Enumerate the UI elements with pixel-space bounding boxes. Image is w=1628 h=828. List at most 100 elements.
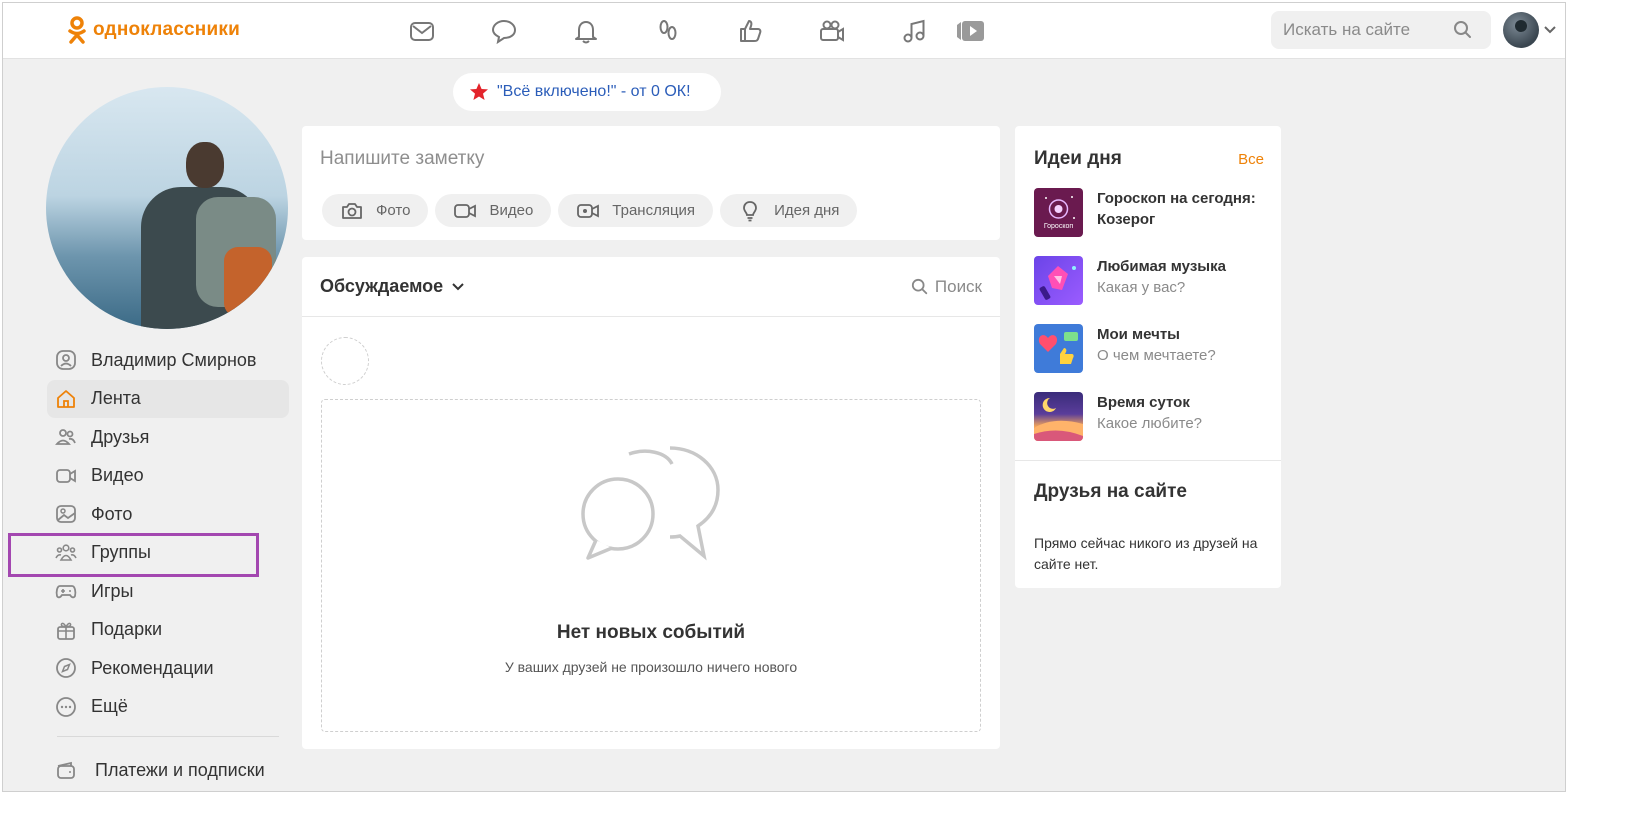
sidebar-item-label: Фото [91,503,133,524]
star-icon [470,83,488,100]
note-stream-button[interactable]: Трансляция [558,194,714,227]
logo-text: одноклассники [93,19,240,40]
envelope-icon [410,22,434,41]
idea-item-dreams[interactable]: Мои мечты О чем мечтаете? [1034,324,1269,373]
avatar-placeholder [321,337,369,385]
friends-online-text: Прямо сейчас никого из друзей на сайте н… [1034,535,1258,572]
sidebar-item-label: Владимир Смирнов [91,349,257,370]
note-idea-button[interactable]: Идея дня [720,194,858,227]
idea-subtitle: Какое любите? [1097,415,1203,432]
sidebar-item-profile[interactable]: Владимир Смирнов [47,341,289,380]
sidebar-item-label: Платежи и подписки [95,759,265,780]
sidebar-item-friends[interactable]: Друзья [47,418,289,457]
sidebar-item-payments[interactable]: Платежи и подписки [47,751,289,790]
video-button[interactable] [791,13,873,49]
stream-icon [577,203,600,218]
feed-search-label: Поиск [934,276,982,296]
gift-icon [57,622,75,640]
idea-text: Любимая музыка Какая у вас? [1097,256,1226,305]
pill-label: Видео [489,202,534,219]
note-photo-button[interactable]: Фото [322,194,429,227]
sidebar-item-label: Друзья [91,426,150,447]
photo-icon [56,505,76,524]
sidebar-item-recommendations[interactable]: Рекомендации [47,649,289,688]
thumbs-up-icon [740,20,762,42]
moon-icon [1034,397,1083,441]
ideas-title: Идеи дня [1034,148,1122,169]
discussions-button[interactable] [463,13,545,49]
sidebar-item-games[interactable]: Игры [47,572,289,611]
pill-label: Трансляция [612,202,696,219]
notifications-button[interactable] [545,13,627,49]
gamepad-icon [55,585,77,599]
note-composer: Фото Видео Трансляция Идея дня [302,126,1000,240]
bell-icon [575,21,597,44]
feed-search-button[interactable]: Поиск [911,277,982,297]
note-video-button[interactable]: Видео [435,194,552,227]
search-icon[interactable] [1453,20,1473,40]
sidebar-item-label: Игры [91,580,134,601]
chat-icon [491,19,517,45]
idea-item-horoscope[interactable]: Гороскоп Гороскоп на сегодня: Козерог [1034,188,1269,237]
profile-photo[interactable] [46,87,288,329]
play-icon [957,21,984,41]
promo-banner[interactable]: "Всё включено!" - от 0 ОК! [453,73,721,111]
ideas-all-link[interactable]: Все [1238,151,1264,168]
chevron-down-icon[interactable] [1543,25,1557,35]
sidebar-item-label: Ещё [91,696,128,717]
note-input[interactable] [320,148,920,170]
top-nav [381,13,995,49]
idea-title: Гороскоп на сегодня: Козерог [1097,190,1256,228]
user-menu[interactable] [1503,12,1557,48]
chevron-down-icon [452,282,464,290]
video-camera-icon [820,20,844,42]
music-thumbnail [1034,256,1083,305]
dreams-thumbnail [1034,324,1083,373]
games-video-button[interactable] [955,13,995,49]
photo-backpack-pocket [224,247,272,317]
note-actions: Фото Видео Трансляция Идея дня [322,194,858,227]
heart-thumbs-icon [1038,332,1078,364]
top-bar: одноклассники [3,3,1565,59]
idea-subtitle: О чем мечтаете? [1097,347,1216,364]
pill-label: Идея дня [774,202,840,219]
friends-icon [55,429,76,446]
home-icon [57,389,75,408]
camera-icon [342,202,362,219]
feed-filter-dropdown[interactable]: Обсуждаемое [320,276,465,297]
site-search[interactable] [1271,11,1491,49]
music-button[interactable] [873,13,955,49]
events-button[interactable] [709,13,791,49]
avatar[interactable] [1503,12,1539,48]
logo[interactable]: одноклассники [67,16,240,44]
ideas-divider [1015,460,1281,461]
sidebar-item-label: Подарки [91,619,163,640]
guests-button[interactable] [627,13,709,49]
groups-highlight [8,533,259,577]
horoscope-thumb-label: Гороскоп [1043,223,1074,230]
sidebar-item-label: Видео [91,465,144,486]
sidebar-item-gifts[interactable]: Подарки [47,611,289,650]
pill-label: Фото [376,202,411,219]
more-icon [56,696,76,717]
ideas-header: Идеи дня Все [1034,148,1264,170]
idea-item-time-of-day[interactable]: Время суток Какое любите? [1034,392,1269,441]
sidebar-item-photo[interactable]: Фото [47,495,289,534]
sidebar-item-video[interactable]: Видео [47,457,289,496]
sidebar-item-label: Лента [91,388,141,409]
photo-head [186,142,224,188]
wallet-icon [57,762,75,780]
video-icon [56,468,76,483]
feed-header: Обсуждаемое Поиск [302,257,1000,317]
idea-text: Гороскоп на сегодня: Козерог [1097,188,1269,237]
idea-item-music[interactable]: Любимая музыка Какая у вас? [1034,256,1269,305]
messages-button[interactable] [381,13,463,49]
search-input[interactable] [1283,20,1453,40]
empty-title: Нет новых событий [556,622,746,643]
idea-text: Время суток Какое любите? [1097,392,1202,441]
idea-subtitle: Какая у вас? [1097,279,1186,296]
idea-title: Любимая музыка [1097,258,1226,275]
sidebar-item-more[interactable]: Ещё [47,688,289,727]
sidebar-item-feed[interactable]: Лента [47,379,289,418]
friends-online-title: Друзья на сайте [1034,481,1187,502]
